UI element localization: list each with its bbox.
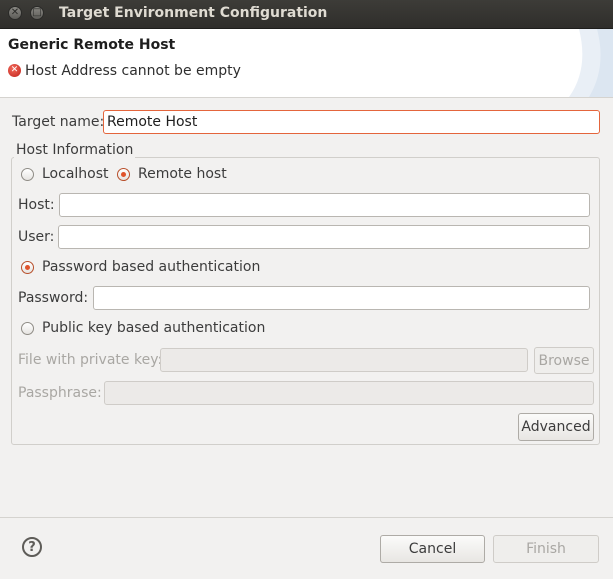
error-icon: ✕ (8, 64, 21, 77)
remote-host-label[interactable]: Remote host (138, 166, 227, 182)
window-title-bar[interactable]: ✕ □ Target Environment Configuration (0, 0, 613, 29)
user-field[interactable] (58, 225, 590, 249)
password-auth-radio[interactable] (21, 261, 34, 274)
finish-button[interactable]: Finish (493, 535, 599, 563)
passphrase-field[interactable] (104, 381, 594, 405)
advanced-button[interactable]: Advanced (518, 413, 594, 441)
maximize-icon[interactable]: □ (30, 6, 44, 20)
close-icon[interactable]: ✕ (8, 6, 22, 20)
header-banner-graphic (569, 29, 613, 97)
password-field[interactable] (93, 286, 590, 310)
help-icon[interactable]: ? (22, 537, 42, 557)
cancel-button[interactable]: Cancel (380, 535, 485, 563)
target-name-label: Target name: (12, 114, 105, 130)
host-field[interactable] (59, 193, 590, 217)
private-key-file-label: File with private key: (18, 352, 163, 368)
private-key-file-field[interactable] (160, 348, 528, 372)
error-message: Host Address cannot be empty (25, 63, 241, 79)
password-label: Password: (18, 290, 89, 306)
public-key-auth-label[interactable]: Public key based authentication (42, 320, 265, 336)
host-information-legend: Host Information (14, 142, 136, 158)
localhost-label[interactable]: Localhost (42, 166, 109, 182)
host-label: Host: (18, 197, 55, 213)
window-title: Target Environment Configuration (59, 5, 328, 21)
page-title: Generic Remote Host (8, 37, 176, 53)
public-key-auth-radio[interactable] (21, 322, 34, 335)
remote-host-radio[interactable] (117, 168, 130, 181)
localhost-radio[interactable] (21, 168, 34, 181)
browse-button[interactable]: Browse (534, 347, 594, 374)
footer-divider (0, 517, 613, 518)
target-name-field[interactable] (103, 110, 600, 134)
password-auth-label[interactable]: Password based authentication (42, 259, 260, 275)
wizard-header: Generic Remote Host ✕ Host Address canno… (0, 29, 613, 98)
user-label: User: (18, 229, 55, 245)
passphrase-label: Passphrase: (18, 385, 102, 401)
